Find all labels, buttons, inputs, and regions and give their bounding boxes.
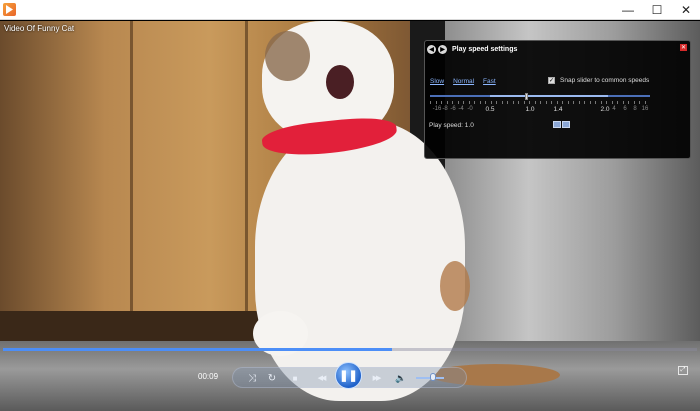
fast-link[interactable]: Fast: [483, 78, 496, 85]
speed-slider-tick: [567, 101, 569, 104]
normal-link[interactable]: Normal: [453, 78, 474, 85]
speed-slider-tick: [606, 101, 607, 104]
speed-tick-label: 6: [623, 106, 627, 112]
speed-slider-tick: [474, 101, 475, 104]
stop-icon[interactable]: ■: [287, 370, 303, 386]
speed-tick-label: -0: [467, 106, 473, 112]
speed-step-up-button[interactable]: [562, 121, 570, 128]
speed-step-down-button[interactable]: [553, 121, 561, 128]
elapsed-time: 00:09: [198, 372, 219, 381]
speed-slider-tick: [446, 101, 448, 104]
speed-slider-tick: [463, 101, 464, 104]
shuffle-icon[interactable]: ⤨: [244, 370, 260, 386]
speed-slider-tick: [551, 101, 552, 104]
speed-slider-thumb[interactable]: [525, 93, 528, 100]
speed-slider-tick: [633, 101, 635, 104]
speed-slider-tick: [540, 101, 541, 104]
volume-icon[interactable]: 🔈: [393, 370, 409, 386]
speed-slider-tick: [639, 101, 640, 104]
speed-slider-track[interactable]: [430, 95, 650, 97]
speed-slider-tick: [584, 101, 585, 104]
control-bar: 00:09 ⤨ ↻ ■ ◀◀ ❚❚ ▶▶ 🔈 ⤢: [0, 361, 700, 390]
speed-slider-tick: [512, 101, 514, 104]
speed-slider-tick: [617, 101, 618, 104]
speed-slider-tick: [578, 101, 580, 104]
seek-bar-progress: [3, 348, 392, 351]
speed-slider-tick: [595, 101, 596, 104]
speed-tick-label: -8: [442, 106, 448, 112]
speed-slider-tick: [501, 101, 503, 104]
close-button[interactable]: ✕: [672, 0, 700, 20]
speed-slider-tick: [507, 101, 508, 104]
play-speed-label: Play speed:: [429, 122, 463, 129]
speed-tick-label: 8: [633, 106, 637, 112]
slow-link[interactable]: Slow: [430, 78, 444, 85]
snap-label: Snap slider to common speeds: [560, 77, 650, 84]
speed-tick-label: -4: [458, 106, 464, 112]
speed-slider-tick: [556, 101, 558, 104]
speed-slider-tick: [435, 101, 437, 104]
speed-slider-tick: [628, 101, 629, 104]
speed-slider-tick: [600, 101, 602, 104]
speed-tick-label: 1.0: [525, 106, 535, 113]
speed-slider-ticks: [430, 101, 650, 104]
play-speed-value: 1.0: [464, 122, 474, 129]
speed-slider-tick: [545, 101, 547, 104]
maximize-button[interactable]: ☐: [643, 0, 671, 20]
speed-tick-label: 16: [641, 106, 649, 112]
play-speed-panel: ◀ ▶ Play speed settings ✕ Slow Normal Fa…: [424, 40, 691, 159]
speed-slider-tick: [441, 101, 442, 104]
previous-icon[interactable]: ◀◀: [311, 370, 331, 386]
speed-slider-tick: [485, 101, 486, 104]
speed-slider-tick: [622, 101, 624, 104]
pause-icon: ❚❚: [339, 370, 358, 382]
repeat-icon[interactable]: ↻: [264, 370, 280, 386]
speed-slider-tick: [490, 101, 492, 104]
speed-slider-tick: [611, 101, 613, 104]
speed-slider-tick: [479, 101, 481, 104]
speed-tick-label: -16: [432, 106, 442, 112]
snap-option[interactable]: ✓ Snap slider to common speeds: [548, 77, 649, 84]
speed-preset-links: Slow Normal Fast: [430, 78, 496, 85]
minimize-button[interactable]: —: [614, 0, 642, 20]
pause-button[interactable]: ❚❚: [335, 362, 362, 389]
forward-icon[interactable]: ▶: [438, 45, 447, 54]
media-player-window: — ☐ ✕ Video Of Funny Cat ◀ ▶ Play speed …: [0, 0, 700, 411]
speed-panel-close-icon[interactable]: ✕: [680, 44, 687, 51]
speed-slider-tick: [430, 101, 431, 104]
speed-slider-tick: [457, 101, 459, 104]
speed-tick-label: 2.0: [600, 106, 610, 113]
speed-slider-tick: [562, 101, 563, 104]
speed-slider-tick: [468, 101, 470, 104]
seek-bar[interactable]: [3, 348, 697, 351]
speed-slider-tick: [589, 101, 591, 104]
video-title: Video Of Funny Cat: [4, 24, 75, 33]
speed-tick-label: 4: [612, 106, 616, 112]
speed-slider-tick: [529, 101, 530, 104]
speed-slider-tick: [452, 101, 453, 104]
fullscreen-icon[interactable]: ⤢: [678, 366, 688, 375]
speed-panel-title: Play speed settings: [452, 46, 518, 53]
speed-tick-label: 1.4: [553, 106, 563, 113]
play-speed-readout: Play speed: 1.0: [429, 122, 474, 129]
snap-checkbox[interactable]: ✓: [548, 77, 555, 84]
next-icon[interactable]: ▶▶: [366, 370, 386, 386]
speed-tick-label: 0.5: [485, 106, 495, 113]
speed-slider-tick: [534, 101, 536, 104]
speed-slider-tick: [644, 101, 646, 104]
speed-slider-tick: [496, 101, 497, 104]
video-surface[interactable]: Video Of Funny Cat ◀ ▶ Play speed settin…: [0, 21, 700, 411]
speed-panel-header: ◀ ▶ Play speed settings: [427, 44, 517, 55]
volume-slider-thumb[interactable]: [430, 373, 436, 381]
speed-slider-tick: [573, 101, 574, 104]
back-icon[interactable]: ◀: [427, 45, 436, 54]
speed-tick-label: -6: [450, 106, 456, 112]
speed-slider-tick: [523, 101, 525, 104]
media-player-icon: [3, 3, 16, 16]
speed-slider-tick: [518, 101, 519, 104]
title-bar: — ☐ ✕: [0, 0, 700, 20]
